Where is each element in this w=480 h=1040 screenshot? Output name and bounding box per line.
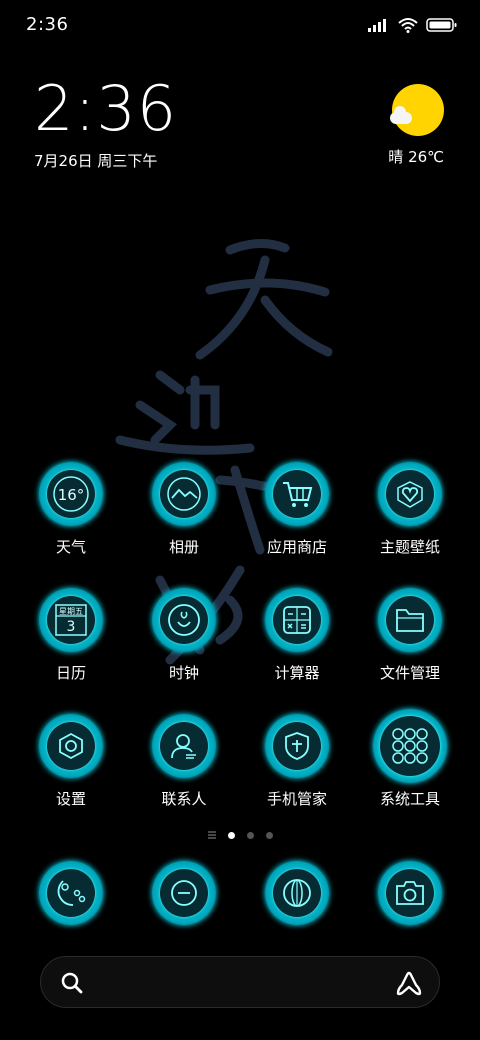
app-settings[interactable]: 设置: [16, 714, 126, 809]
app-label: 文件管理: [379, 664, 440, 682]
gallery-icon: [160, 470, 208, 518]
heart-icon: [386, 470, 434, 518]
app-label: 主题壁纸: [379, 538, 440, 556]
weather-text: 晴 26℃: [388, 148, 444, 166]
page-dot: [246, 831, 254, 839]
clock-widget[interactable]: 2:36 7月26日 周三下午: [34, 78, 177, 171]
folder-icon: [386, 596, 434, 644]
status-icons: [368, 14, 458, 36]
app-label: 应用商店: [266, 538, 327, 556]
assistant-icon[interactable]: [395, 970, 423, 996]
weather-widget[interactable]: 晴 26℃: [364, 84, 444, 167]
calendar-icon: 星期五 3: [47, 596, 95, 644]
app-contacts[interactable]: 联系人: [129, 714, 239, 809]
app-label: 手机管家: [266, 790, 327, 808]
page-dot: [265, 831, 273, 839]
clock-icon: [160, 596, 208, 644]
weather-icon: 16°: [47, 470, 95, 518]
page-dot-active: [227, 831, 235, 839]
wifi-icon: [398, 18, 418, 33]
app-label: 时钟: [168, 664, 199, 682]
app-folder-system-tools[interactable]: 系统工具: [355, 709, 465, 809]
hexagon-settings-icon: [47, 722, 95, 770]
clock-date: 7月26日 周三下午: [34, 152, 158, 170]
status-time: 2:36: [26, 14, 69, 35]
dock-browser[interactable]: [242, 861, 352, 925]
app-security[interactable]: 手机管家: [242, 714, 352, 809]
signal-icon: [368, 19, 386, 32]
page-indicator[interactable]: [0, 828, 480, 842]
clock-time: 2:36: [34, 72, 178, 145]
phone-icon: [160, 869, 208, 917]
status-bar: 2:36: [0, 0, 480, 50]
app-clock[interactable]: 时钟: [129, 588, 239, 683]
page-list-icon: [207, 831, 216, 839]
search-icon[interactable]: [61, 972, 83, 994]
contact-icon: [160, 722, 208, 770]
app-label: 天气: [55, 538, 86, 556]
dock: [0, 861, 480, 925]
app-label: 相册: [168, 538, 199, 556]
cart-icon: [273, 470, 321, 518]
camera-icon: [386, 869, 434, 917]
app-label: 设置: [55, 790, 86, 808]
sunny-icon: [390, 84, 444, 136]
dock-phone[interactable]: [129, 861, 239, 925]
app-folder-icon: [380, 716, 440, 776]
dock-messages[interactable]: [16, 861, 126, 925]
app-label: 计算器: [274, 664, 320, 682]
app-themes[interactable]: 主题壁纸: [355, 462, 465, 557]
app-gallery[interactable]: 相册: [129, 462, 239, 557]
app-label: 日历: [55, 664, 86, 682]
shield-icon: [273, 722, 321, 770]
messages-icon: [47, 869, 95, 917]
weather-icon-temp: 16°: [58, 486, 85, 504]
calendar-weekday: 星期五: [59, 607, 83, 616]
app-weather[interactable]: 16° 天气: [16, 462, 126, 557]
app-calculator[interactable]: 计算器: [242, 588, 352, 683]
calendar-day: 3: [67, 619, 76, 635]
search-bar[interactable]: [40, 956, 440, 1008]
app-label: 系统工具: [379, 790, 440, 808]
dock-camera[interactable]: [355, 861, 465, 925]
app-label: 联系人: [161, 790, 207, 808]
app-files[interactable]: 文件管理: [355, 588, 465, 683]
app-calendar[interactable]: 星期五 3 日历: [16, 588, 126, 683]
calculator-icon: [273, 596, 321, 644]
browser-icon: [273, 869, 321, 917]
app-store[interactable]: 应用商店: [242, 462, 352, 557]
battery-icon: [426, 18, 457, 32]
